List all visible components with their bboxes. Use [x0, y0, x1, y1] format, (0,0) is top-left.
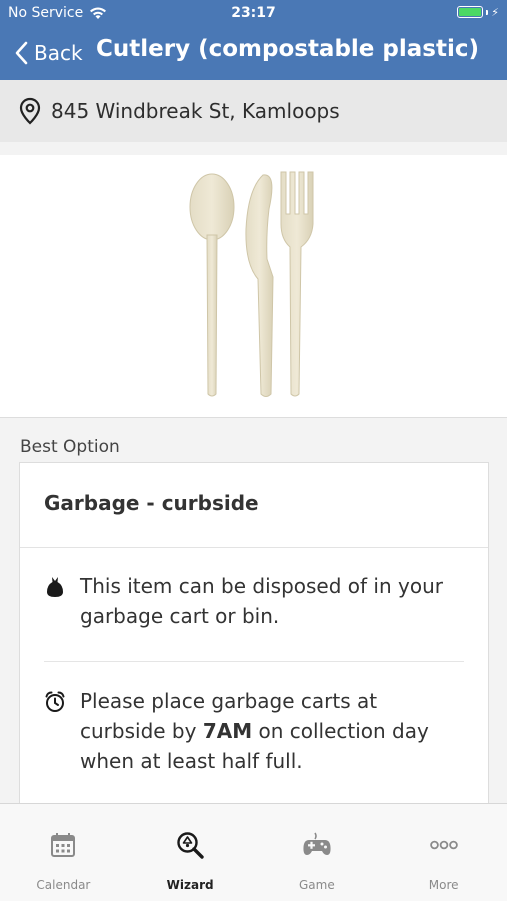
- disposal-instruction: This item can be disposed of in your gar…: [44, 571, 464, 631]
- disposal-method-title: Garbage - curbside: [44, 491, 259, 515]
- divider: [44, 661, 464, 662]
- tab-calendar[interactable]: Calendar: [0, 804, 127, 901]
- tab-more[interactable]: More: [380, 804, 507, 901]
- gamepad-icon: [303, 832, 331, 855]
- more-icon: [429, 840, 458, 850]
- tab-game[interactable]: Game: [254, 804, 381, 901]
- best-option-card: Garbage - curbside This item can be disp…: [19, 462, 489, 822]
- page-title: Cutlery (compostable plastic): [96, 36, 479, 62]
- collection-time-text: Please place garbage carts at curbside b…: [80, 686, 464, 776]
- calendar-icon: [51, 833, 76, 857]
- header: No Service 23:17 ⚡ Back Cutlery (compost…: [0, 0, 507, 80]
- chevron-left-icon: [15, 41, 28, 65]
- navigation-bar: Back Cutlery (compostable plastic): [0, 28, 507, 80]
- disposal-instruction-text: This item can be disposed of in your gar…: [80, 574, 443, 628]
- battery-icon: [457, 6, 484, 18]
- charging-bolt-icon: ⚡: [491, 5, 499, 19]
- tab-wizard[interactable]: Wizard: [127, 804, 254, 901]
- alarm-clock-icon: [45, 691, 65, 712]
- garbage-bag-icon: [47, 577, 63, 597]
- address-text: 845 Windbreak St, Kamloops: [51, 99, 340, 123]
- section-label: Best Option: [20, 437, 120, 457]
- collection-time-emphasis: 7AM: [202, 719, 253, 743]
- battery-indicator: ⚡: [457, 6, 499, 18]
- collection-time-instruction: Please place garbage carts at curbside b…: [44, 686, 464, 776]
- back-button[interactable]: Back: [14, 38, 83, 68]
- clock: 23:17: [231, 5, 276, 21]
- divider: [20, 547, 488, 548]
- search-recycle-icon: [177, 832, 204, 859]
- tab-label: Calendar: [36, 878, 91, 892]
- address-bar[interactable]: 845 Windbreak St, Kamloops: [0, 80, 507, 142]
- tab-bar: Calendar Wizard Game More: [0, 803, 507, 901]
- cutlery-image: [189, 171, 314, 397]
- tab-label: More: [428, 878, 459, 892]
- tab-label: Wizard: [166, 878, 214, 892]
- location-pin-icon: [19, 97, 41, 125]
- tab-label: Game: [299, 878, 335, 892]
- item-image-panel: [0, 155, 507, 418]
- back-label: Back: [34, 41, 83, 65]
- status-bar: No Service 23:17 ⚡: [0, 0, 507, 28]
